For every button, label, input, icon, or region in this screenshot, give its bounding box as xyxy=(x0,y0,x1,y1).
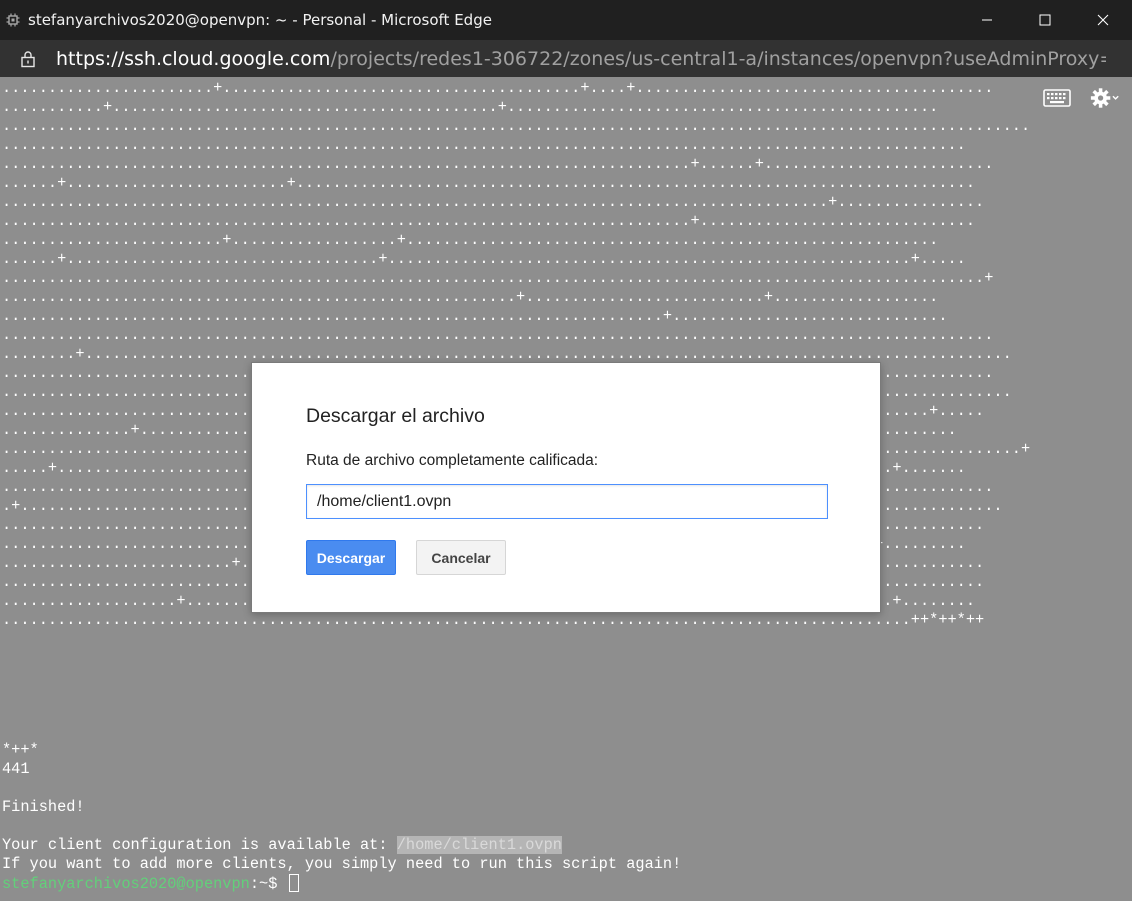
terminal-art-line: ........................................… xyxy=(2,155,994,173)
terminal-line: Your client configuration is available a… xyxy=(2,836,1130,855)
minimize-icon xyxy=(982,19,992,21)
config-path-highlight[interactable]: /home/client1.ovpn xyxy=(396,836,562,854)
close-button[interactable] xyxy=(1074,0,1132,40)
terminal-cursor xyxy=(288,874,299,892)
url-path: /projects/redes1-306722/zones/us-central… xyxy=(330,47,1106,70)
url-text[interactable]: https://ssh.cloud.google.com/projects/re… xyxy=(56,48,1106,70)
terminal-art-line: ......+........................+........… xyxy=(2,174,976,192)
maximize-button[interactable] xyxy=(1016,0,1074,40)
terminal-tail: *++* 441 Finished! Your client configura… xyxy=(2,741,1130,893)
terminal-line: 441 xyxy=(2,760,30,778)
terminal-prompt-line[interactable]: stefanyarchivos2020@openvpn:~$ xyxy=(2,874,1130,893)
settings-button[interactable] xyxy=(1090,86,1120,110)
minimize-button[interactable] xyxy=(958,0,1016,40)
terminal-art-line: ........................................… xyxy=(2,326,994,344)
dialog-title: Descargar el archivo xyxy=(306,405,485,427)
gear-icon xyxy=(1090,88,1119,108)
lock-icon[interactable] xyxy=(20,50,36,68)
terminal-art-line: ........................................… xyxy=(2,212,976,230)
terminal-line: *++* xyxy=(2,741,39,759)
file-path-label: Ruta de archivo completamente calificada… xyxy=(306,452,599,469)
terminal-art-line: ...........+............................… xyxy=(2,98,939,116)
cancel-button[interactable]: Cancelar xyxy=(416,540,506,575)
terminal-art-line: ........................................… xyxy=(2,136,966,154)
prompt-user: stefanyarchivos2020@openvpn xyxy=(2,875,250,893)
prompt-suffix: :~$ xyxy=(249,875,287,893)
keyboard-button[interactable] xyxy=(1042,86,1072,110)
terminal-line: Finished! xyxy=(2,798,85,816)
terminal-art-line: ........................................… xyxy=(2,307,948,325)
chip-icon xyxy=(6,13,20,27)
config-available-text: Your client configuration is available a… xyxy=(2,836,397,854)
terminal-art-line: ........................+...............… xyxy=(2,231,939,249)
url-host: https://ssh.cloud.google.com xyxy=(56,47,331,70)
download-button[interactable]: Descargar xyxy=(306,540,396,575)
window-title: stefanyarchivos2020@openvpn: ~ - Persona… xyxy=(28,11,492,29)
terminal-art-line: ........................................… xyxy=(2,193,985,211)
terminal-art-line: ........................................… xyxy=(2,269,994,287)
terminal-art-line: ......+.................................… xyxy=(2,250,966,268)
terminal-toolbar xyxy=(1042,86,1120,110)
maximize-icon xyxy=(1039,14,1051,26)
window-titlebar: stefanyarchivos2020@openvpn: ~ - Persona… xyxy=(0,0,1132,40)
terminal-art-line: .......................+................… xyxy=(2,79,994,97)
address-bar[interactable]: https://ssh.cloud.google.com/projects/re… xyxy=(0,40,1132,77)
terminal-art-line: ........................................… xyxy=(2,611,985,629)
keyboard-icon xyxy=(1043,89,1071,107)
terminal-art-line: ........................................… xyxy=(2,117,1031,135)
download-file-dialog: Descargar el archivo Ruta de archivo com… xyxy=(251,362,881,613)
window-controls xyxy=(958,0,1132,40)
close-icon xyxy=(1097,14,1109,26)
file-path-input[interactable] xyxy=(306,484,828,519)
terminal-line: If you want to add more clients, you sim… xyxy=(2,855,682,873)
terminal-art-line: ........................................… xyxy=(2,288,939,306)
